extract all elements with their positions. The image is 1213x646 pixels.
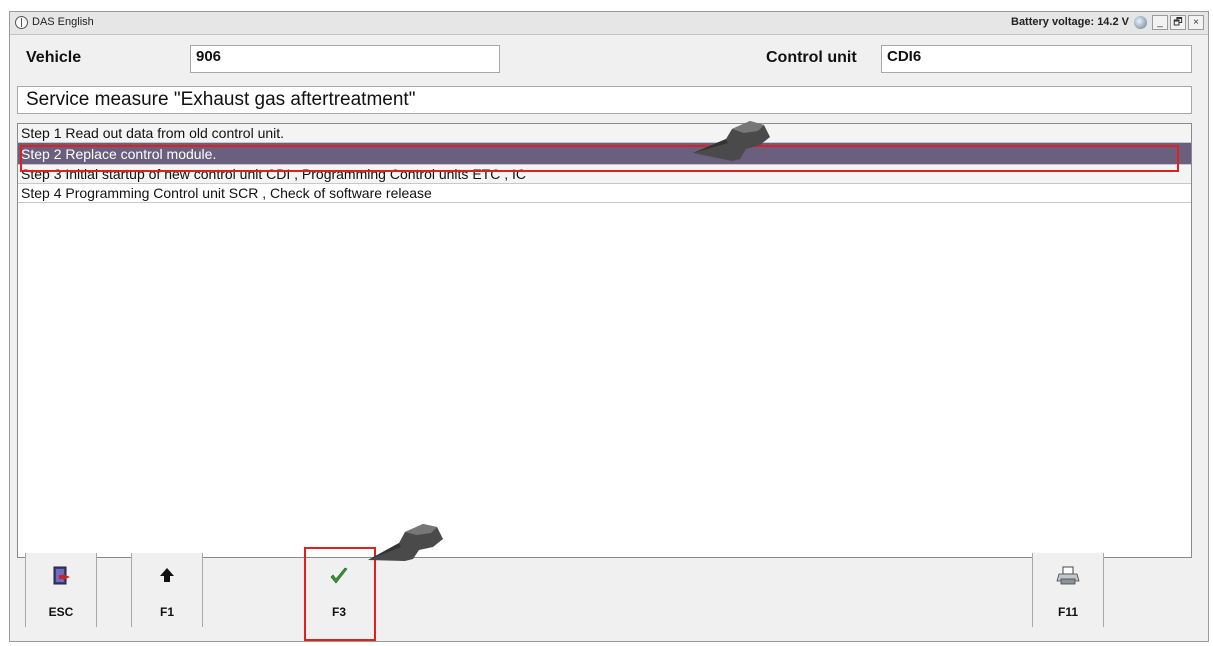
step-item-4[interactable]: Step 4 Programming Control unit SCR , Ch…	[18, 184, 1191, 203]
f1-key-label: F1	[159, 605, 174, 619]
minimize-button[interactable]: _	[1152, 15, 1168, 30]
step-item-1[interactable]: Step 1 Read out data from old control un…	[18, 124, 1191, 143]
battery-status-icon	[1134, 16, 1147, 29]
pointing-hand-icon	[688, 115, 770, 161]
esc-button[interactable]: ESC	[25, 553, 97, 627]
mercedes-logo-icon	[15, 16, 28, 29]
battery-voltage: Battery voltage: 14.2 V	[1011, 16, 1129, 28]
vehicle-field: 906	[190, 45, 500, 73]
exit-door-icon	[26, 565, 96, 593]
window-title: DAS English	[32, 16, 94, 28]
title-bar: DAS English Battery voltage: 14.2 V _ 🗗 …	[10, 12, 1208, 35]
f11-key-label: F11	[1057, 605, 1078, 619]
f1-button[interactable]: F1	[131, 553, 203, 627]
vehicle-label: Vehicle	[26, 49, 82, 66]
control-unit-label: Control unit	[766, 49, 857, 66]
printer-icon	[1033, 565, 1103, 593]
maximize-button[interactable]: 🗗	[1170, 15, 1186, 30]
esc-key-label: ESC	[48, 605, 74, 619]
steps-list[interactable]: Step 1 Read out data from old control un…	[17, 123, 1192, 558]
pointing-hand-icon	[363, 515, 443, 561]
f11-button[interactable]: F11	[1032, 553, 1104, 627]
close-button[interactable]: ×	[1188, 15, 1204, 30]
control-unit-field: CDI6	[881, 45, 1192, 73]
selected-step-highlight	[20, 145, 1179, 172]
up-arrow-icon	[132, 565, 202, 591]
service-measure-title: Service measure "Exhaust gas aftertreatm…	[17, 86, 1192, 114]
